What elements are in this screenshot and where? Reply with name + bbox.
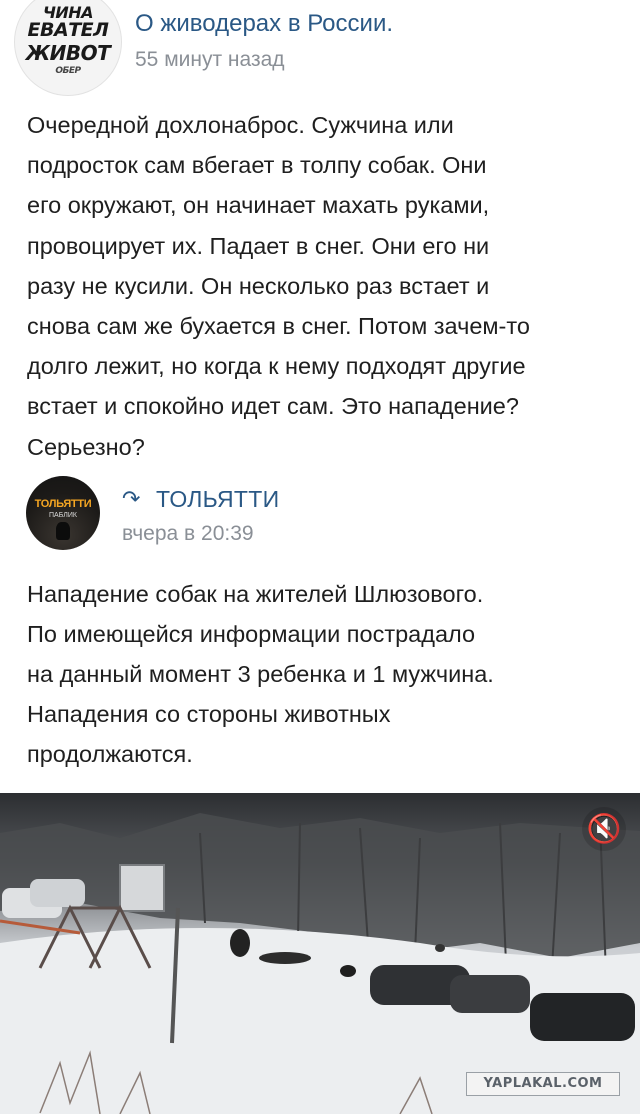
repost-avatar-brand: ТОЛЬЯТТИ (34, 498, 92, 510)
repost-avatar-sub: ПАБЛИК (49, 512, 77, 519)
avatar-text-line-2: ЕВАТЕЛ (27, 19, 109, 41)
repost-body-text: Нападение собак на жителей Шлюзового. По… (27, 581, 494, 767)
video-frame (0, 813, 640, 1114)
repost-arrow-icon: ↷ (122, 486, 141, 511)
avatar-text-line-3: ЖИВОТ (25, 41, 111, 65)
repost-source-link[interactable]: ТОЛЬЯТТИ (156, 486, 279, 513)
video-player[interactable]: 🔇 (0, 793, 640, 1114)
dog-silhouette-icon (56, 522, 70, 540)
post-timestamp[interactable]: 55 минут назад (135, 48, 285, 72)
avatar-text-line-4: ОБЕР (55, 66, 81, 76)
site-watermark: YAPLAKAL.COM (466, 1072, 620, 1096)
post-body-text: Очередной дохлонаброс. Сужчина или подро… (27, 112, 530, 460)
group-name-link[interactable]: О живодерах в России. (135, 10, 393, 38)
repost-timestamp[interactable]: вчера в 20:39 (122, 522, 254, 546)
muted-speaker-icon[interactable]: 🔇 (582, 807, 626, 851)
repost-source-avatar[interactable]: ТОЛЬЯТТИ ПАБЛИК (26, 476, 100, 550)
